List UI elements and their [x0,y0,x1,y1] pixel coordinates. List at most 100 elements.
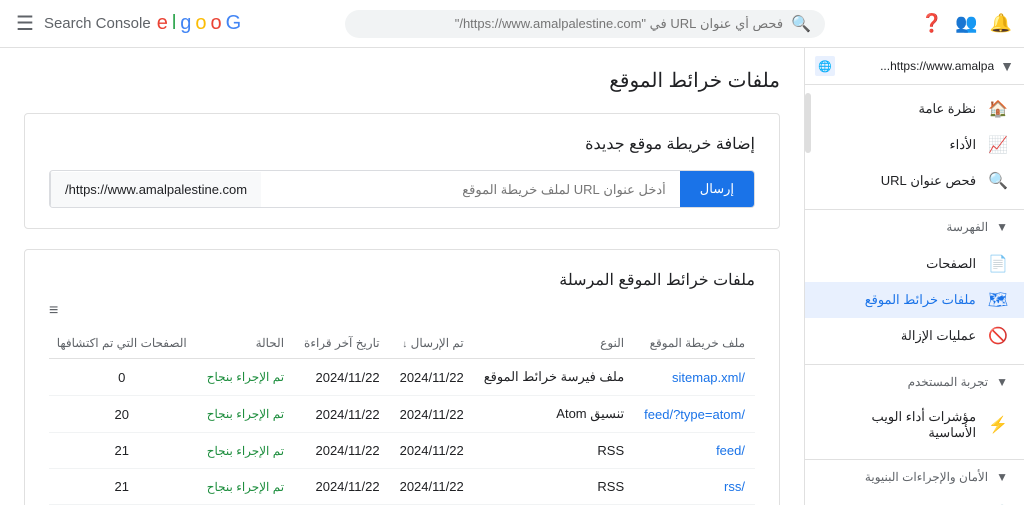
sort-icon: ↓ [402,339,407,350]
sidebar-experience-section: ⚡ مؤشرات أداء الويب الأساسية [805,395,1024,455]
url-prefix: https://www.amalpalestine.com/ [50,172,261,207]
col-submitted[interactable]: تم الإرسال ↓ [390,328,474,359]
sidebar-divider-3 [805,459,1024,460]
sidebar-item-label: الصفحات [821,256,976,272]
help-icon[interactable]: ❓ [921,13,943,34]
experience-group-header[interactable]: ▼ تجربة المستخدم [805,369,1024,395]
indexing-label: الفهرسة [946,220,988,234]
cell-status: تم الإجراء بنجاح [197,469,294,505]
search-icon: 🔍 [791,14,811,34]
topbar: 🔔 👥 ❓ 🔍 Google Search Console ☰ [0,0,1024,48]
cell-status: تم الإجراء بنجاح [197,396,294,433]
add-sitemap-title: إضافة خريطة موقع جديدة [49,134,755,154]
cell-type: RSS [474,433,634,469]
sidebar-item-label: مؤشرات أداء الويب الأساسية [821,409,976,441]
table-row: /feed/?type=atom تنسيق Atom 2024/11/22 2… [49,396,755,433]
url-search-input[interactable] [359,16,783,31]
removals-icon: 🚫 [988,326,1008,346]
url-search-bar[interactable]: 🔍 [345,10,825,38]
sidebar-item-pages[interactable]: 📄 الصفحات [805,246,1024,282]
col-discovered-pages: الصفحات التي تم اكتشافها [49,328,197,359]
cell-sitemap-file: /feed [634,433,755,469]
sidebar-item-url-inspection[interactable]: 🔍 فحص عنوان URL [805,163,1024,199]
col-last-read: تاريخ آخر قراءة [294,328,390,359]
experience-label: تجربة المستخدم [908,375,989,389]
property-name: https://www.amalpa... [841,59,994,73]
cell-discovered-pages: 0 [49,359,197,396]
col-sitemap-file: ملف خريطة الموقع [634,328,755,359]
sidebar: ▼ https://www.amalpa... 🌐 🏠 نظرة عامة 📈 … [804,48,1024,505]
search-console-title: Search Console [44,15,151,32]
cell-type: تنسيق Atom [474,396,634,433]
table-row: /rss RSS 2024/11/22 2024/11/22 تم الإجرا… [49,469,755,505]
submitted-sitemaps-title: ملفات خرائط الموقع المرسلة [49,270,755,290]
property-icon: 🌐 [815,56,835,76]
vitals-icon: ⚡ [988,415,1008,435]
security-label: الأمان والإجراءات البنيوية [865,470,988,484]
chevron-down-icon: ▼ [996,375,1008,389]
sidebar-item-label: ملفات خرائط الموقع [821,292,976,308]
sitemaps-table: ملف خريطة الموقع النوع تم الإرسال ↓ تاري… [49,328,755,505]
sidebar-item-links[interactable]: 🔗 الروابط [805,496,1024,505]
security-group-header[interactable]: ▼ الأمان والإجراءات البنيوية [805,464,1024,490]
search-icon: 🔍 [988,171,1008,191]
col-status: الحالة [197,328,294,359]
sitemaps-icon: 🗺 [988,290,1008,310]
cell-last-read: 2024/11/22 [294,433,390,469]
indexing-group-header[interactable]: ▼ الفهرسة [805,214,1024,240]
brand-area: Google Search Console ☰ [12,7,249,40]
cell-type: ملف فيرسة خرائط الموقع [474,359,634,396]
send-button[interactable]: إرسال [680,171,754,207]
cell-last-read: 2024/11/22 [294,396,390,433]
cell-last-read: 2024/11/22 [294,359,390,396]
add-sitemap-card: إضافة خريطة موقع جديدة إرسال https://www… [24,113,780,229]
menu-icon[interactable]: ☰ [12,7,38,40]
main-content: ملفات خرائط الموقع إضافة خريطة موقع جديد… [0,48,804,505]
sidebar-security-section: 🔗 الروابط ⚙ إعدادات [805,490,1024,505]
sidebar-item-label: الأداء [821,137,976,153]
chevron-down-icon: ▼ [996,220,1008,234]
pages-icon: 📄 [988,254,1008,274]
cell-type: RSS [474,469,634,505]
sidebar-main-section: 🏠 نظرة عامة 📈 الأداء 🔍 فحص عنوان URL [805,85,1024,205]
cell-sitemap-file: /feed/?type=atom [634,396,755,433]
cell-submitted: 2024/11/22 [390,469,474,505]
sidebar-divider-2 [805,364,1024,365]
topbar-left-icons: 🔔 👥 ❓ [921,13,1012,34]
sitemaps-table-container: ملف خريطة الموقع النوع تم الإرسال ↓ تاري… [49,328,755,505]
sidebar-item-label: نظرة عامة [821,101,976,117]
google-logo: Google [157,12,242,35]
cell-status: تم الإجراء بنجاح [197,359,294,396]
submitted-sitemaps-card: ملفات خرائط الموقع المرسلة ≡ ملف خريطة ا… [24,249,780,505]
sidebar-item-sitemaps[interactable]: 🗺 ملفات خرائط الموقع [805,282,1024,318]
filter-icon[interactable]: ≡ [49,302,755,320]
table-row: /feed RSS 2024/11/22 2024/11/22 تم الإجر… [49,433,755,469]
sidebar-item-performance[interactable]: 📈 الأداء [805,127,1024,163]
sidebar-item-overview[interactable]: 🏠 نظرة عامة [805,91,1024,127]
sidebar-divider-1 [805,209,1024,210]
sidebar-item-core-vitals[interactable]: ⚡ مؤشرات أداء الويب الأساسية [805,401,1024,449]
table-header-row: ملف خريطة الموقع النوع تم الإرسال ↓ تاري… [49,328,755,359]
cell-submitted: 2024/11/22 [390,396,474,433]
sidebar-item-removals[interactable]: 🚫 عمليات الإزالة [805,318,1024,354]
cell-sitemap-file: /sitemap.xml [634,359,755,396]
people-icon[interactable]: 👥 [955,13,977,34]
sitemap-url-input[interactable] [261,172,680,207]
col-submitted-label: تم الإرسال [411,336,464,350]
cell-last-read: 2024/11/22 [294,469,390,505]
table-body: /sitemap.xml ملف فيرسة خرائط الموقع 2024… [49,359,755,505]
cell-discovered-pages: 20 [49,396,197,433]
performance-icon: 📈 [988,135,1008,155]
notification-icon[interactable]: 🔔 [990,13,1012,34]
cell-discovered-pages: 21 [49,469,197,505]
cell-status: تم الإجراء بنجاح [197,433,294,469]
sidebar-item-label: فحص عنوان URL [821,173,976,189]
cell-discovered-pages: 21 [49,433,197,469]
table-row: /sitemap.xml ملف فيرسة خرائط الموقع 2024… [49,359,755,396]
cell-sitemap-file: /rss [634,469,755,505]
home-icon: 🏠 [988,99,1008,119]
property-selector[interactable]: ▼ https://www.amalpa... 🌐 [805,48,1024,85]
app-layout: ▼ https://www.amalpa... 🌐 🏠 نظرة عامة 📈 … [0,48,1024,505]
sitemap-input-row: إرسال https://www.amalpalestine.com/ [49,170,755,208]
chevron-down-icon: ▼ [996,470,1008,484]
